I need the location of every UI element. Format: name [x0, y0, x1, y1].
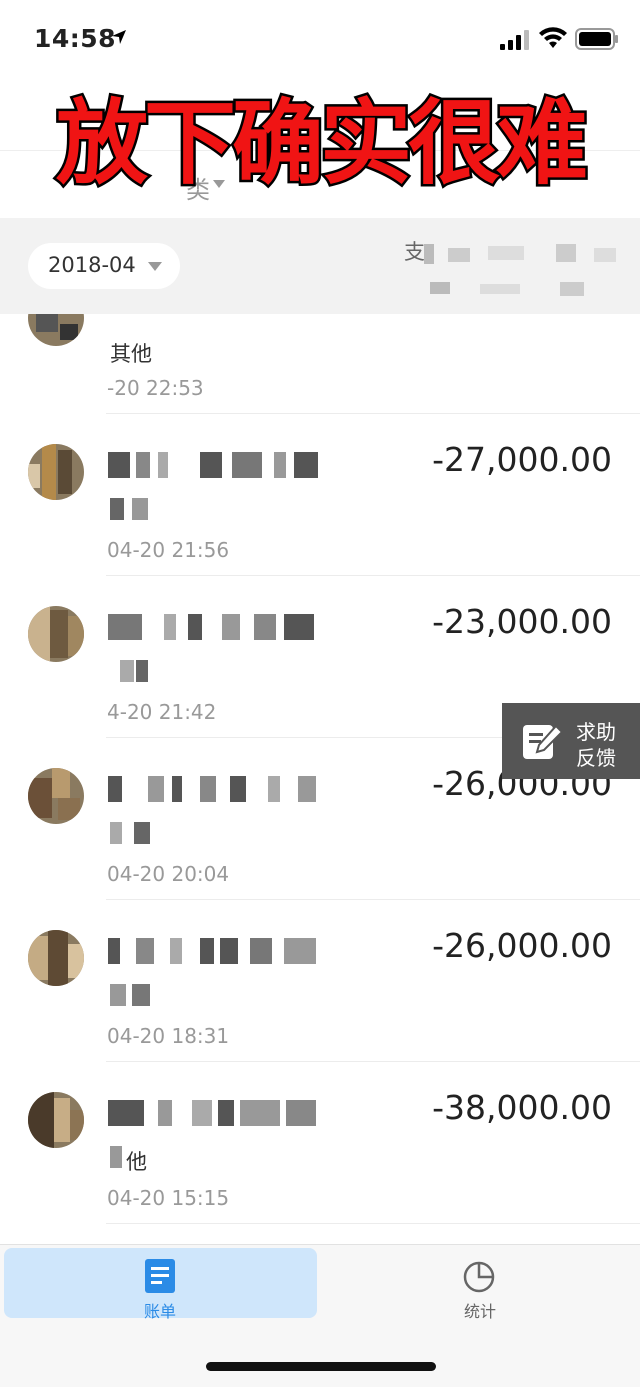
avatar: [28, 606, 84, 662]
wifi-icon: [539, 27, 567, 48]
list-item[interactable]: 其他 -20 22:53: [0, 314, 640, 414]
month-picker-label: 2018-04: [48, 253, 136, 277]
summary-label: 支: [404, 240, 425, 264]
battery-icon: [575, 28, 618, 50]
list-item[interactable]: 04-20 18:31 -26,000.00: [0, 900, 640, 1062]
status-time: 14:58: [34, 24, 117, 53]
avatar: [28, 314, 84, 346]
entry-time: -20 22:53: [107, 376, 204, 400]
status-bar: 14:58: [0, 0, 640, 80]
entry-amount: -23,000.00: [432, 602, 612, 641]
entry-amount: -27,000.00: [432, 440, 612, 479]
tab-bill-label: 账单: [143, 1302, 176, 1321]
divider: [106, 1223, 640, 1224]
entry-time: 04-20 15:15: [107, 1186, 230, 1210]
location-arrow-icon: [112, 30, 126, 44]
chevron-down-icon: [148, 262, 162, 271]
cellular-signal-icon: [500, 30, 529, 50]
home-indicator[interactable]: [206, 1362, 436, 1371]
list-item[interactable]: 他 04-20 15:15 -38,000.00: [0, 1062, 640, 1224]
edit-note-icon: [523, 724, 564, 759]
transaction-list: 其他 -20 22:53 04-20 21:56 -27,000.00 4-20…: [0, 314, 640, 1244]
tab-stats-label: 统计: [463, 1302, 496, 1321]
entry-time: 04-20 18:31: [107, 1024, 230, 1048]
help-label-line2: 反馈: [576, 746, 616, 770]
avatar: [28, 1092, 84, 1148]
caption-overlay: 放下确实很难: [53, 88, 590, 200]
entry-amount: -26,000.00: [432, 926, 612, 965]
entry-time: 4-20 21:42: [107, 700, 217, 724]
help-label-line1: 求助: [576, 720, 616, 744]
avatar: [28, 930, 84, 986]
bill-icon: [145, 1259, 175, 1293]
entry-category: 其他: [110, 342, 152, 366]
avatar: [28, 768, 84, 824]
entry-time: 04-20 20:04: [107, 862, 230, 886]
pie-chart-icon: [463, 1261, 495, 1293]
list-item[interactable]: 04-20 21:56 -27,000.00: [0, 414, 640, 576]
entry-time: 04-20 21:56: [107, 538, 230, 562]
entry-amount: -38,000.00: [432, 1088, 612, 1127]
entry-category: 他: [126, 1150, 147, 1174]
avatar: [28, 444, 84, 500]
